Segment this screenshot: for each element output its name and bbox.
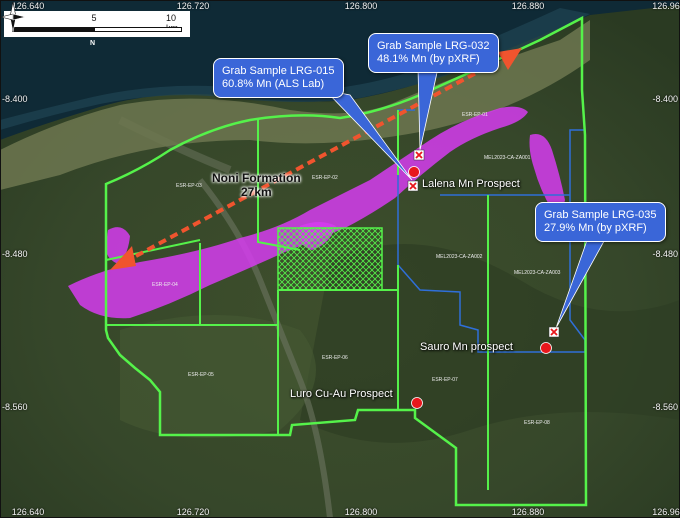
sample-marker-lrg015 — [407, 180, 419, 192]
callout-lrg035-title: Grab Sample LRG-035 — [544, 209, 657, 221]
scale-label-5: 5 — [91, 13, 97, 23]
tick-right-1: -8.400 — [652, 94, 678, 104]
mountain-shading-2 — [120, 315, 316, 438]
tick-left-1: -8.400 — [2, 94, 28, 104]
north-label: N — [90, 40, 96, 47]
tick-top-5: 126.96 — [652, 1, 680, 11]
tenement-label-2: ESR-EP-03 — [176, 183, 202, 189]
tenement-label-3: ESR-EP-01 — [462, 112, 488, 118]
sample-marker-lrg032 — [413, 149, 425, 161]
callout-lrg015-title: Grab Sample LRG-015 — [222, 65, 335, 77]
prospect-marker-lalena — [408, 166, 420, 178]
prospect-label-luro[interactable]: Luro Cu-Au Prospect — [290, 388, 393, 400]
formation-length: 27km — [240, 185, 272, 199]
tenement-label-7: ESR-EP-07 — [432, 377, 458, 383]
callout-lrg015-value: 60.8% Mn (ALS Lab) — [222, 78, 325, 90]
tick-right-3: -8.560 — [652, 402, 678, 412]
tick-bottom-5: 126.96 — [652, 507, 680, 517]
scale-bar-light-segment — [94, 27, 182, 32]
prospect-label-lalena[interactable]: Lalena Mn Prospect — [422, 178, 520, 190]
callout-lrg032-value: 48.1% Mn (by pXRF) — [377, 53, 480, 65]
sample-marker-lrg035 — [548, 326, 560, 338]
formation-name: Noni Formation — [212, 171, 301, 185]
tenement-label-6: ESR-EP-05 — [188, 372, 214, 378]
tick-bottom-1: 126.640 — [11, 507, 45, 517]
tick-right-2: -8.480 — [652, 249, 678, 259]
tenement-label-1: ESR-EP-02 — [312, 175, 338, 181]
prospect-marker-luro — [411, 397, 423, 409]
hatched-block — [277, 227, 383, 291]
tenement-label-9: MEL2023-CA-ZA001 — [484, 155, 531, 161]
callout-lrg035-value: 27.9% Mn (by pXRF) — [544, 222, 647, 234]
noni-formation-label: Noni Formation 27km — [212, 171, 301, 199]
compass-rose-icon — [0, 1, 26, 33]
prospect-label-sauro[interactable]: Sauro Mn prospect — [420, 341, 513, 353]
callout-lrg032-title: Grab Sample LRG-032 — [377, 40, 490, 52]
tenement-label-8: ESR-EP-08 — [524, 420, 550, 426]
tenement-label-10: MEL2023-CA-ZA002 — [436, 254, 483, 260]
tenement-label-5: ESR-EP-06 — [322, 355, 348, 361]
callout-lrg035[interactable]: Grab Sample LRG-035 27.9% Mn (by pXRF) — [535, 202, 666, 242]
tick-bottom-2: 126.720 — [176, 507, 210, 517]
tick-left-2: -8.480 — [2, 249, 28, 259]
tick-bottom-3: 126.800 — [344, 507, 378, 517]
tick-bottom-4: 126.880 — [511, 507, 545, 517]
prospect-marker-sauro — [540, 342, 552, 354]
tick-top-2: 126.720 — [176, 1, 210, 11]
tick-left-3: -8.560 — [2, 402, 28, 412]
tenement-label-11: MEL2023-CA-ZA003 — [514, 270, 561, 276]
tick-top-4: 126.880 — [511, 1, 545, 11]
map-canvas[interactable]: 126.640 126.720 126.800 126.880 126.96 1… — [0, 0, 680, 518]
tick-top-3: 126.800 — [344, 1, 378, 11]
scale-bar: 0 5 10 km — [4, 11, 190, 37]
callout-lrg032[interactable]: Grab Sample LRG-032 48.1% Mn (by pXRF) — [368, 33, 499, 73]
tenement-label-4: ESR-EP-04 — [152, 282, 178, 288]
callout-lrg015[interactable]: Grab Sample LRG-015 60.8% Mn (ALS Lab) — [213, 58, 344, 98]
